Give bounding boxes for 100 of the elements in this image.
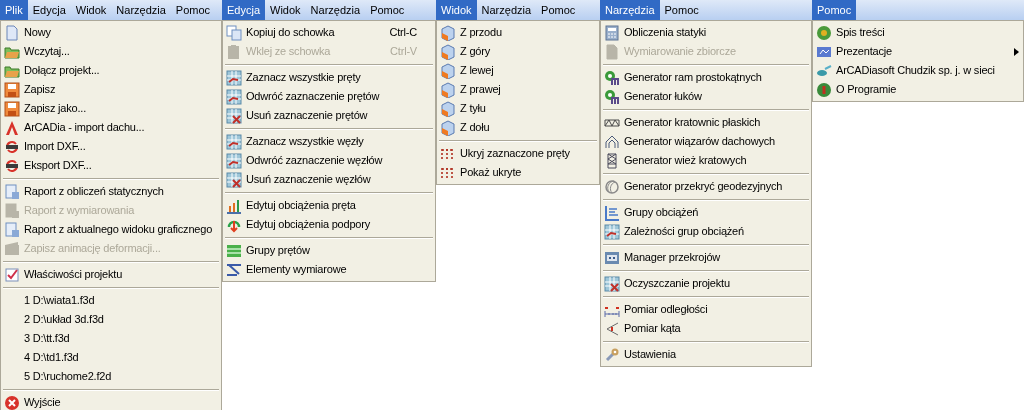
menu-item[interactable]: Elementy wymiarowe <box>223 260 435 279</box>
grid-delete-icon <box>226 171 242 188</box>
menu-item[interactable]: Właściwości projektu <box>1 265 221 284</box>
menu-item[interactable]: Generator wież kratowych <box>601 151 811 170</box>
cube-icon <box>440 43 456 60</box>
menu-item[interactable]: Ustawienia <box>601 345 811 364</box>
menu-item[interactable]: Grupy obciążeń <box>601 203 811 222</box>
grid-icon <box>226 152 242 169</box>
menu-item[interactable]: Zapisz <box>1 80 221 99</box>
menu-item[interactable]: Generator wiązarów dachowych <box>601 132 811 151</box>
menu-bar-item[interactable]: Pomoc <box>365 0 410 20</box>
tower-icon <box>604 152 620 169</box>
menu-item[interactable]: Wczytaj... <box>1 42 221 61</box>
grid-delete-icon <box>226 107 242 124</box>
menu-item[interactable]: 1 D:\wiata1.f3d <box>1 291 221 310</box>
menu-item[interactable]: Obliczenia statyki <box>601 23 811 42</box>
menu-item[interactable]: Pomiar kąta <box>601 319 811 338</box>
grid-delete-icon <box>604 275 620 292</box>
menu-item[interactable]: Z przodu <box>437 23 599 42</box>
menu-bar-item[interactable]: Pomoc <box>812 0 857 20</box>
menu-item[interactable]: Grupy prętów <box>223 241 435 260</box>
menu-item[interactable]: Odwróć zaznaczenie węzłów <box>223 151 435 170</box>
menu-item[interactable]: Import DXF... <box>1 137 221 156</box>
menu-item[interactable]: Generator przekryć geodezyjnych <box>601 177 811 196</box>
menu-item[interactable]: O Programie <box>813 80 1023 99</box>
menu-item[interactable]: Oczyszczanie projektu <box>601 274 811 293</box>
menu-item[interactable]: Zaznacz wszystkie węzły <box>223 132 435 151</box>
menu-item[interactable]: 5 D:\ruchome2.f2d <box>1 367 221 386</box>
menu-item[interactable]: ArCADiasoft Chudzik sp. j. w sieci <box>813 61 1023 80</box>
copy-icon <box>226 24 242 41</box>
grid-icon <box>226 69 242 86</box>
grid-icon <box>604 223 620 240</box>
menu-item[interactable]: Eksport DXF... <box>1 156 221 175</box>
menu-item[interactable]: Manager przekrojów <box>601 248 811 267</box>
menu-item[interactable]: Edytuj obciążenia podpory <box>223 215 435 234</box>
list-icon <box>604 204 620 221</box>
calculator-icon <box>604 24 620 41</box>
menu-bar-item[interactable]: Pomoc <box>536 0 581 20</box>
menu-item[interactable]: Generator kratownic płaskich <box>601 113 811 132</box>
menu-bar-item[interactable]: Edycja <box>27 0 71 20</box>
info-icon <box>816 81 832 98</box>
menu-item[interactable]: Pokaż ukryte <box>437 163 599 182</box>
menu-item[interactable]: Z lewej <box>437 61 599 80</box>
cube-icon <box>440 119 456 136</box>
menu-bar-item[interactable]: Widok <box>265 0 306 20</box>
menu-item[interactable]: Pomiar odległości <box>601 300 811 319</box>
menu-item[interactable]: Dołącz projekt... <box>1 61 221 80</box>
network-icon <box>816 62 832 79</box>
roof-icon <box>604 133 620 150</box>
menu-bar-item[interactable]: Narzędzia <box>111 0 171 20</box>
menu-item[interactable]: Wyjście <box>1 393 221 410</box>
menu-item[interactable]: Usuń zaznaczenie węzłów <box>223 170 435 189</box>
menu-item[interactable]: Nowy <box>1 23 221 42</box>
report-icon <box>4 221 20 238</box>
menu-bar-item[interactable]: Narzędzia <box>600 0 660 20</box>
close-circle-icon <box>4 394 20 410</box>
menu-item[interactable]: Generator łuków <box>601 87 811 106</box>
menu-bar-item[interactable]: Pomoc <box>170 0 216 20</box>
cube-icon <box>440 24 456 41</box>
document-icon <box>4 24 20 41</box>
menu-item[interactable]: Usuń zaznaczenie prętów <box>223 106 435 125</box>
menu-item[interactable]: Kopiuj do schowka Ctrl-C <box>223 23 435 42</box>
dimension-icon <box>226 261 242 278</box>
menu-item[interactable]: Ukryj zaznaczone pręty <box>437 144 599 163</box>
menu-item[interactable]: Z dołu <box>437 118 599 137</box>
menu-item[interactable]: Z prawej <box>437 80 599 99</box>
menu-item[interactable]: ArCADia - import dachu... <box>1 118 221 137</box>
menu-bar-item[interactable]: Edycja <box>222 0 266 20</box>
grid-icon <box>226 133 242 150</box>
menu-item[interactable]: Spis treści <box>813 23 1023 42</box>
menu-bar-item[interactable]: Narzędzia <box>476 0 537 20</box>
menu-item[interactable]: Raport z aktualnego widoku graficznego <box>1 220 221 239</box>
menu-bar-item[interactable]: Pomoc <box>659 0 704 20</box>
menu-bar-item[interactable]: Widok <box>436 0 477 20</box>
chevron-icon <box>4 119 20 136</box>
checkbox-icon <box>4 266 20 283</box>
cube-icon <box>440 100 456 117</box>
menu-item[interactable]: Raport z obliczeń statycznych <box>1 182 221 201</box>
clipboard-icon <box>226 43 242 60</box>
menu-item[interactable]: Zależności grup obciążeń <box>601 222 811 241</box>
film-icon <box>4 240 20 257</box>
menu-item[interactable]: Zaznacz wszystkie pręty <box>223 68 435 87</box>
menu-item[interactable]: Generator ram prostokątnych <box>601 68 811 87</box>
grid-icon <box>226 88 242 105</box>
menu-item[interactable]: Odwróć zaznaczenie prętów <box>223 87 435 106</box>
menu-item[interactable]: 3 D:\tt.f3d <box>1 329 221 348</box>
menu-item[interactable]: Z tyłu <box>437 99 599 118</box>
menu-item[interactable]: Edytuj obciążenia pręta <box>223 196 435 215</box>
sphere-icon <box>604 178 620 195</box>
menu-bar-item[interactable]: Narzędzia <box>305 0 366 20</box>
menu-item[interactable]: Prezentacje <box>813 42 1023 61</box>
menu-item[interactable]: 4 D:\td1.f3d <box>1 348 221 367</box>
menu-bar-item[interactable]: Widok <box>70 0 112 20</box>
report-icon <box>4 202 20 219</box>
menu-item[interactable]: Z góry <box>437 42 599 61</box>
cube-icon <box>440 62 456 79</box>
menu-item[interactable]: 2 D:\układ 3d.f3d <box>1 310 221 329</box>
menu-bar-item[interactable]: Plik <box>0 0 28 20</box>
menu-item[interactable]: Zapisz jako... <box>1 99 221 118</box>
document-icon <box>604 43 620 60</box>
